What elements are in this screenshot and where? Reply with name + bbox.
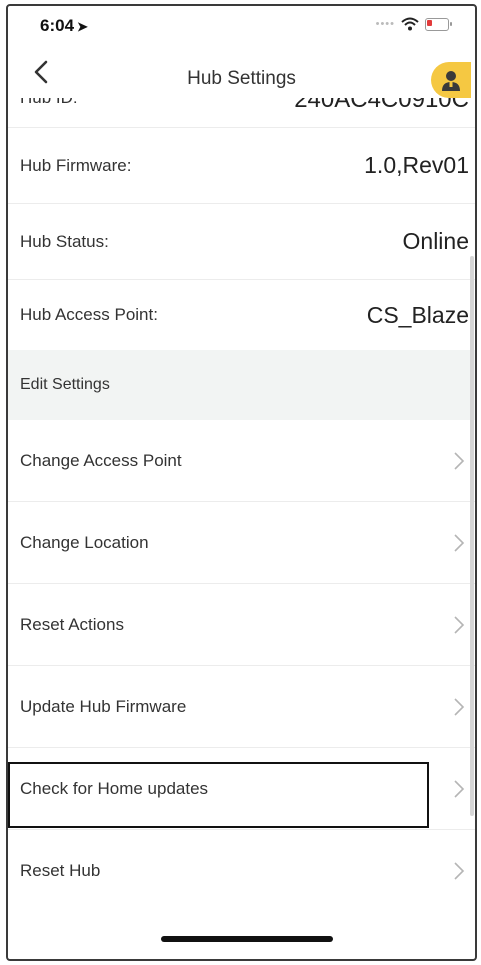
action-label: Reset Hub (20, 861, 101, 880)
battery-icon (425, 17, 452, 31)
action-reset-hub[interactable]: Reset Hub (8, 830, 475, 898)
chevron-right-icon (454, 451, 465, 470)
info-row-access-point: Hub Access Point: CS_Blaze (8, 280, 475, 350)
firmware-label: Hub Firmware: (20, 155, 132, 175)
chevron-right-icon (454, 697, 465, 716)
page-title: Hub Settings (187, 68, 296, 89)
action-check-home-updates[interactable]: Check for Home updates (8, 748, 475, 830)
user-support-icon (442, 71, 460, 91)
nav-bar: Hub Settings (8, 46, 475, 98)
info-row-status: Hub Status: Online (8, 204, 475, 280)
action-label: Update Hub Firmware (20, 696, 187, 716)
chevron-right-icon (454, 533, 465, 552)
action-change-access-point[interactable]: Change Access Point (8, 420, 475, 502)
info-row-hub-id: Hub ID: 240AC4C0910C (8, 98, 475, 128)
chevron-right-icon (454, 615, 465, 634)
action-label: Check for Home updates (20, 778, 209, 798)
status-time-text: 6:04 (40, 16, 75, 35)
action-label: Change Access Point (20, 450, 182, 470)
chevron-right-icon (454, 862, 465, 880)
hub-id-label: Hub ID: (20, 98, 78, 108)
status-label: Hub Status: (20, 231, 109, 251)
status-time: 6:04 ➤ (40, 16, 88, 36)
section-title: Edit Settings (20, 376, 110, 393)
firmware-value: 1.0,Rev01 (364, 152, 469, 178)
status-bar: 6:04 ➤ •••• (8, 6, 475, 46)
chevron-right-icon (454, 779, 465, 798)
status-indicators: •••• (375, 17, 452, 31)
status-value: Online (402, 228, 469, 254)
section-header-edit-settings: Edit Settings (8, 350, 475, 420)
location-arrow-icon: ➤ (77, 19, 88, 34)
settings-list: Hub ID: 240AC4C0910C Hub Firmware: 1.0,R… (8, 98, 475, 898)
action-label: Change Location (20, 532, 149, 552)
wifi-icon (401, 17, 419, 31)
access-point-value: CS_Blaze (366, 301, 469, 328)
access-point-label: Hub Access Point: (20, 305, 158, 324)
action-reset-actions[interactable]: Reset Actions (8, 584, 475, 666)
action-change-location[interactable]: Change Location (8, 502, 475, 584)
action-update-hub-firmware[interactable]: Update Hub Firmware (8, 666, 475, 748)
phone-screen: 6:04➤ •••• Hub Settings Hub ID: (6, 4, 477, 961)
hub-id-value: 240AC4C0910C (294, 98, 469, 113)
action-label: Reset Actions (20, 614, 124, 634)
scrollbar[interactable] (470, 256, 474, 816)
info-row-firmware: Hub Firmware: 1.0,Rev01 (8, 128, 475, 204)
home-indicator[interactable] (161, 936, 333, 942)
signal-icon: •••• (375, 18, 395, 30)
profile-button[interactable] (431, 62, 471, 98)
